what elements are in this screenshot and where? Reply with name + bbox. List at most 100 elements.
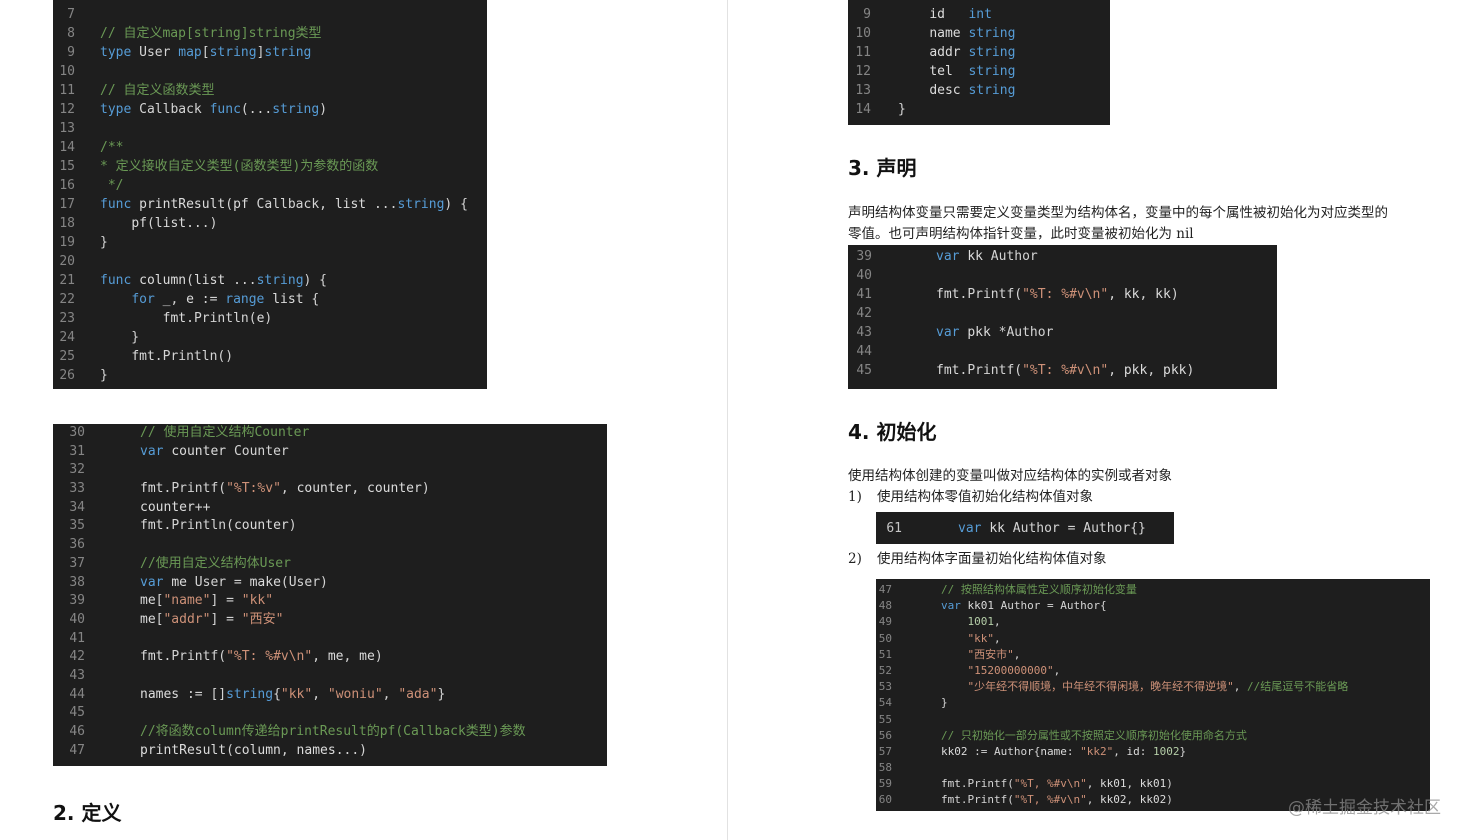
- init-item2-text: 使用结构体字面量初始化结构体值对象: [877, 551, 1107, 567]
- line-number: 45: [856, 363, 872, 378]
- line-number: 38: [69, 574, 85, 590]
- watermark-text: @稀土掘金技术社区: [1288, 798, 1441, 818]
- line-number: 34: [69, 499, 85, 515]
- code-text: var kk Author = Author{}: [958, 521, 1146, 536]
- code-text: fmt.Printf("%T:%v", counter, counter): [140, 481, 430, 497]
- line-number: 11: [59, 83, 75, 98]
- line-number: 24: [59, 330, 75, 345]
- code-text: me["addr"] = "西安": [140, 611, 284, 627]
- line-number: 20: [59, 254, 75, 269]
- code-line: 58: [876, 760, 1430, 776]
- code-text: }: [100, 235, 108, 250]
- code-text: pf(list...): [131, 216, 218, 231]
- page-divider: [727, 0, 728, 840]
- code-text: var kk01 Author = Author{: [941, 599, 1107, 613]
- code-block-counter-user: 30 // 使用自定义结构Counter 31 var counter Counter…: [53, 424, 607, 766]
- line-number: 12: [855, 64, 871, 79]
- line-number: 46: [69, 724, 85, 739]
- code-line: 21 func column(list ...string) {: [53, 271, 487, 290]
- line-number: 22: [59, 292, 75, 307]
- line-number: 13: [855, 83, 871, 98]
- code-line: 38 var me User = make(User): [53, 574, 607, 593]
- line-number: 43: [856, 325, 872, 340]
- code-line: 46 //将函数column传递给printResult的pf(Callback类…: [53, 723, 607, 742]
- code-text: var counter Counter: [140, 443, 289, 459]
- code-line: 42: [848, 304, 1277, 323]
- code-line: 32: [53, 461, 607, 480]
- code-text: var me User = make(User): [140, 574, 328, 590]
- code-line: 7: [53, 5, 487, 24]
- code-text: type User map[string]string: [100, 45, 312, 60]
- heading-initialization: 4. 初始化: [848, 420, 937, 444]
- code-text: func column(list ...string) {: [100, 273, 328, 288]
- line-number: 13: [59, 121, 75, 136]
- code-line: 9 type User map[string]string: [53, 43, 487, 62]
- code-line: 53 "少年经不得顺境，中年经不得闲境，晚年经不得逆境", //结尾逗号不能省略: [876, 679, 1430, 695]
- line-number: 33: [69, 481, 85, 497]
- code-line: 55: [876, 712, 1430, 728]
- line-number: 14: [59, 140, 75, 155]
- code-line: 42 fmt.Printf("%T: %#v\n", me, me): [53, 648, 607, 667]
- code-text: fmt.Println(e): [162, 311, 273, 326]
- code-line: 25 fmt.Println(): [53, 347, 487, 366]
- code-text: desc string: [929, 83, 1016, 98]
- code-line: 49 1001,: [876, 614, 1430, 630]
- declaration-text-line2: 零值。也可声明结构体指针变量，此时变量被初始化为 nil: [848, 226, 1194, 242]
- line-number: 47: [69, 742, 85, 758]
- code-text: "15200000000",: [967, 663, 1061, 677]
- code-text: fmt.Printf("%T: %#v\n", me, me): [140, 649, 383, 665]
- code-line: 34 counter++: [53, 499, 607, 518]
- code-text: type Callback func(...string): [100, 102, 328, 117]
- code-text: "kk",: [967, 631, 1001, 645]
- code-line: 36: [53, 536, 607, 555]
- line-number: 39: [69, 593, 85, 609]
- code-line: 45: [53, 704, 607, 723]
- line-number: 60: [878, 793, 892, 807]
- code-line: 15 * 定义接收自定义类型(函数类型)为参数的函数: [53, 157, 487, 176]
- code-line: 54}: [876, 695, 1430, 711]
- code-line: 10: [53, 62, 487, 81]
- code-line: 35 fmt.Println(counter): [53, 517, 607, 536]
- code-line: 59 fmt.Printf("%T, %#v\n", kk01, kk01): [876, 776, 1430, 792]
- code-line: 30 // 使用自定义结构Counter: [53, 424, 607, 443]
- code-text: counter++: [140, 499, 211, 515]
- code-text: fmt.Printf("%T: %#v\n", kk, kk): [936, 287, 1179, 302]
- code-text: 1001,: [967, 615, 1001, 629]
- line-number: 16: [59, 178, 75, 193]
- code-line: 31 var counter Counter: [53, 443, 607, 462]
- code-line: 51 "西安市",: [876, 647, 1430, 663]
- code-text: "西安市",: [967, 647, 1021, 661]
- line-number: 52: [878, 663, 892, 677]
- init-intro-text: 使用结构体创建的变量叫做对应结构体的实例或者对象: [848, 468, 1172, 484]
- code-line: 17 func printResult(pf Callback, list ...…: [53, 195, 487, 214]
- line-number: 36: [69, 537, 85, 553]
- code-line: 47 // 按照结构体属性定义顺序初始化变量: [876, 582, 1430, 598]
- line-number: 19: [59, 235, 75, 250]
- code-text: // 按照结构体属性定义顺序初始化变量: [941, 583, 1137, 596]
- line-number: 21: [59, 273, 75, 288]
- line-number: 54: [878, 696, 892, 710]
- line-number: 25: [59, 349, 75, 364]
- code-line: 44 names := []string{"kk", "woniu", "ada"…: [53, 686, 607, 705]
- code-line: 18 pf(list...): [53, 214, 487, 233]
- code-block-literal-init: 47 // 按照结构体属性定义顺序初始化变量 48 var kk01 Author =…: [876, 579, 1430, 811]
- code-line: 12 type Callback func(...string): [53, 100, 487, 119]
- line-number: 56: [878, 728, 892, 742]
- line-number: 41: [856, 287, 872, 302]
- declaration-text-line1: 声明结构体变量只需要定义变量类型为结构体名，变量中的每个属性被初始化为对应类型的: [848, 205, 1388, 221]
- code-text: }: [100, 368, 108, 383]
- line-number: 14: [855, 102, 871, 117]
- line-number: 17: [59, 197, 75, 212]
- line-number: 39: [856, 249, 872, 264]
- code-text: var pkk *Author: [936, 325, 1054, 340]
- code-line: 41 fmt.Printf("%T: %#v\n", kk, kk): [848, 285, 1277, 304]
- code-text: // 自定义函数类型: [100, 83, 215, 98]
- line-number: 58: [878, 761, 892, 775]
- code-line: 37 //使用自定义结构体User: [53, 555, 607, 574]
- line-number: 7: [67, 7, 75, 22]
- code-line: 43: [53, 667, 607, 686]
- line-number: 42: [856, 306, 872, 321]
- code-text: fmt.Printf("%T, %#v\n", kk01, kk01): [941, 777, 1173, 791]
- code-block-declare: 39 var kk Author 40 41 fmt.Printf("%T: %#v\n…: [848, 245, 1277, 389]
- code-text: }: [100, 330, 140, 345]
